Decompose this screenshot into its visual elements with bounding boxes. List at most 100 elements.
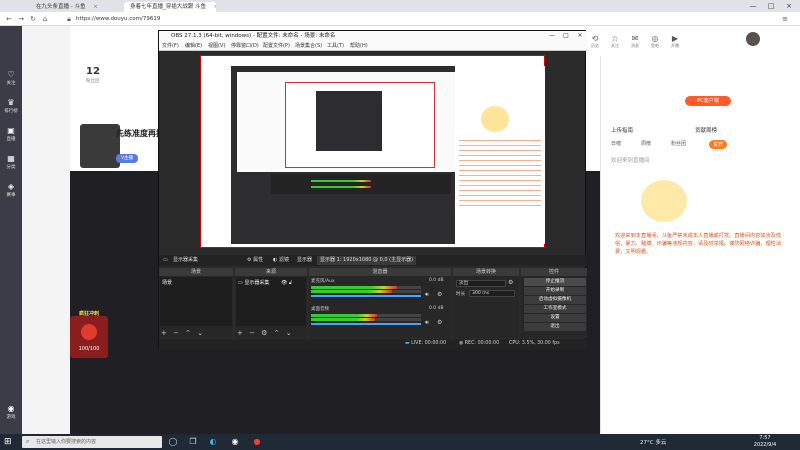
maximize-button[interactable]: □ (762, 0, 780, 12)
app-icon[interactable]: ● (252, 437, 262, 447)
rail-item-rank[interactable]: ♛ 排行榜 (0, 98, 22, 114)
speaker-icon[interactable]: 🔊︎ (425, 319, 429, 327)
close-window-button[interactable]: × (573, 31, 587, 41)
tab-day[interactable]: 日榜 (611, 140, 621, 147)
task-view-icon[interactable]: ◯ (168, 437, 178, 447)
nested-mixer (271, 174, 451, 194)
controls-dock: 控件 停止推流 开始录制 启动虚拟摄像机 工作室模式 设置 退出 (521, 268, 587, 338)
browser-tab-active[interactable]: 身着七年直播_穿插大战跟 斗鱼 × (124, 2, 216, 12)
rail-item-game[interactable]: ◉ 游戏 (0, 404, 22, 420)
nested-preview (231, 66, 455, 244)
history-icon[interactable]: ⟲ 历史 (590, 34, 600, 48)
weather-widget[interactable]: 27°C 多云 (640, 438, 666, 446)
settings-button[interactable]: 设置 (524, 314, 586, 322)
nested-web (237, 72, 455, 172)
source-item[interactable]: ▭ 显示器采集 👁︎ 🔓︎ (238, 279, 292, 286)
streamer-avatar[interactable] (80, 124, 120, 168)
menu-edit[interactable]: 编辑(E) (185, 41, 202, 51)
tab-vip[interactable]: 贵宾 (709, 140, 728, 149)
stop-streaming-button[interactable]: 停止推流 (524, 278, 586, 286)
scene-item[interactable]: 场景 (162, 279, 172, 286)
home-icon[interactable]: ⌂ (40, 14, 50, 24)
close-window-button[interactable]: × (780, 0, 798, 12)
channel-name: 麦克风/Aux (311, 279, 335, 284)
close-icon[interactable]: × (93, 4, 98, 10)
tv-icon: ▣ (7, 126, 15, 135)
exit-button[interactable]: 退出 (524, 323, 586, 331)
duration-input[interactable]: 300 ms (469, 290, 515, 297)
edge-icon[interactable]: ◐ (208, 437, 218, 447)
transitions-dock-title: 场景转换 (453, 268, 519, 276)
maximize-button[interactable]: □ (559, 31, 573, 41)
nested-meter (311, 186, 371, 188)
rail-item-follow[interactable]: ♡ 关注 (0, 70, 22, 86)
url-field[interactable]: https://www.douyu.com/79619 (76, 14, 636, 24)
obs-icon[interactable]: ◉ (230, 437, 240, 447)
channel-name: 桌面音频 (311, 307, 329, 312)
scenes-list: 场景 (160, 277, 232, 326)
lock-icon[interactable]: 🔓︎ (289, 280, 292, 286)
obs-window: OBS 27.1.3 (64-bit, windows) - 配置文件: 未命名… (158, 30, 587, 349)
rec-status: ● REC: 00:00:00 (459, 341, 500, 346)
studio-mode-button[interactable]: 工作室模式 (524, 305, 586, 313)
message-icon[interactable]: ✉ 消息 (630, 34, 640, 48)
menu-file[interactable]: 文件(F) (162, 41, 179, 51)
sources-dock-title: 来源 (235, 268, 307, 276)
upload-guide[interactable]: 上传指南 (611, 126, 633, 134)
display-label: 显示器 (297, 257, 313, 263)
pc-client-button[interactable]: PC客户端 (685, 96, 731, 106)
menu-icon[interactable]: ≡ (780, 14, 790, 24)
properties-button[interactable]: ⚙ 属性 (247, 255, 263, 266)
gear-icon[interactable]: ⚙ (437, 291, 442, 298)
nested-preview-2 (285, 82, 435, 168)
gear-icon[interactable]: ⚙ (508, 279, 513, 286)
minimize-button[interactable]: — (545, 31, 559, 41)
browser-tab[interactable]: 在九头条直播 - 斗鱼 × (30, 2, 120, 12)
minimize-button[interactable]: — (744, 0, 762, 12)
fishbar-icon[interactable]: ◎ 鱼吧 (650, 34, 660, 48)
filters-button[interactable]: ◐ 滤镜 (273, 255, 289, 266)
tab-week[interactable]: 周榜 (641, 140, 651, 147)
eye-icon[interactable]: 👁︎ (281, 280, 287, 286)
start-recording-button[interactable]: 开始录制 (524, 287, 586, 295)
forward-icon[interactable]: → (16, 14, 26, 24)
audio-meter (311, 318, 421, 321)
menu-profile[interactable]: 配置文件(P) (263, 41, 290, 51)
user-avatar[interactable] (746, 32, 760, 46)
windows-start-icon[interactable]: ⊞ (4, 437, 12, 447)
live-status: ▬ LIVE: 00:00:00 (405, 341, 447, 346)
menu-scene-collection[interactable]: 场景集合(S) (295, 41, 322, 51)
menu-view[interactable]: 视图(V) (208, 41, 225, 51)
close-icon[interactable]: × (214, 4, 216, 10)
scenes-dock: 场景 场景 + − ⌃ ⌄ (159, 268, 233, 338)
taskbar-search[interactable]: ⌕ 在这里输入你要搜索的内容 (22, 436, 162, 448)
menu-help[interactable]: 帮助(H) (350, 41, 368, 51)
gift-activity-widget[interactable]: 疯狂冲刺 100/100 (70, 311, 108, 358)
date: 2022/9/4 (753, 442, 777, 448)
transition-select[interactable]: 淡出 (456, 280, 506, 287)
taskview-icon[interactable]: ❐ (188, 437, 198, 447)
rail-item-live[interactable]: ▣ 直播 (0, 126, 22, 142)
gear-icon[interactable]: ⚙ (437, 319, 442, 326)
live-icon[interactable]: ▶ 开播 (670, 34, 680, 48)
volume-slider[interactable] (311, 323, 421, 325)
source-toolbar: ▭ 显示器采集 ⚙ 属性 ◐ 滤镜 显示器 显示器 1: 1920x1080 @… (159, 255, 587, 266)
virtual-camera-button[interactable]: 启动虚拟摄像机 (524, 296, 586, 304)
mixer-dock-title: 混音器 (309, 268, 451, 276)
reload-icon[interactable]: ↻ (28, 14, 38, 24)
sources-dock: 来源 ▭ 显示器采集 👁︎ 🔓︎ + − ⚙ ⌃ ⌄ (235, 268, 307, 338)
obs-preview[interactable] (200, 55, 545, 248)
rail-item-match[interactable]: ◈ 赛事 (0, 182, 22, 198)
speaker-icon[interactable]: 🔊︎ (425, 291, 429, 299)
rail-item-category[interactable]: ▦ 分类 (0, 154, 22, 170)
menu-tools[interactable]: 工具(T) (327, 41, 344, 51)
scenes-dock-buttons[interactable]: + − ⌃ ⌄ (161, 329, 205, 337)
tab-fans[interactable]: 粉丝团 (671, 140, 686, 147)
follow-icon[interactable]: ☆ 关注 (610, 34, 620, 48)
display-select[interactable]: 显示器 1: 1920x1080 @ 0,0 (主显示器) (317, 256, 417, 265)
back-icon[interactable]: ← (4, 14, 14, 24)
sources-dock-buttons[interactable]: + − ⚙ ⌃ ⌄ (237, 329, 294, 337)
clock[interactable]: 7:57 2022/9/4 (748, 435, 782, 449)
menu-dock[interactable]: 停靠窗口(D) (231, 41, 259, 51)
volume-slider[interactable] (311, 295, 421, 297)
